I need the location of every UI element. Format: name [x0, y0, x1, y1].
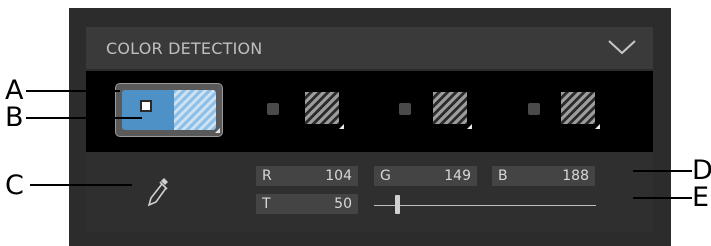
corner-indicator-icon	[467, 124, 472, 129]
tolerance-value: 50	[334, 196, 352, 212]
callout-e-line	[633, 197, 692, 199]
eyedropper-icon[interactable]	[146, 176, 170, 208]
swatch-select-checkbox[interactable]	[140, 100, 152, 112]
hatch-pattern-icon[interactable]	[561, 92, 595, 124]
panel-header[interactable]: COLOR DETECTION	[86, 27, 653, 69]
hatch-pattern-icon[interactable]	[433, 92, 467, 124]
callout-a: A	[5, 75, 24, 106]
green-field[interactable]: G 149	[374, 166, 477, 186]
hatch-pattern-icon[interactable]	[305, 92, 339, 124]
detection-controls: R 104 G 149 B 188 T 50	[86, 152, 653, 232]
blue-field[interactable]: B 188	[492, 166, 595, 186]
color-swatch-preview	[122, 90, 216, 130]
color-swatch-row	[86, 71, 653, 152]
blue-value: 188	[562, 168, 589, 184]
callout-c-line	[30, 184, 132, 186]
swatch-slot-3-checkbox[interactable]	[399, 103, 411, 115]
chevron-down-icon[interactable]	[607, 38, 637, 56]
swatch-slot-4-checkbox[interactable]	[528, 103, 540, 115]
tolerance-field[interactable]: T 50	[256, 194, 358, 214]
panel-title: COLOR DETECTION	[106, 39, 263, 58]
callout-d: D	[692, 155, 711, 186]
red-value: 104	[325, 168, 352, 184]
callout-b-line	[26, 117, 142, 119]
callout-d-line	[633, 170, 692, 172]
blue-label: B	[498, 168, 508, 184]
corner-indicator-icon	[595, 124, 600, 129]
callout-b: B	[5, 102, 24, 133]
green-value: 149	[444, 168, 471, 184]
tolerance-label: T	[262, 196, 271, 212]
corner-indicator-icon	[215, 128, 220, 133]
hatch-color-block	[174, 90, 216, 130]
active-color-swatch[interactable]	[115, 83, 223, 137]
red-field[interactable]: R 104	[256, 166, 358, 186]
tolerance-slider-thumb[interactable]	[395, 195, 400, 214]
tolerance-slider-track[interactable]	[374, 205, 596, 206]
green-label: G	[380, 168, 391, 184]
callout-e: E	[692, 182, 710, 213]
callout-c: C	[5, 170, 24, 201]
callout-a-line	[26, 90, 120, 92]
red-label: R	[262, 168, 272, 184]
corner-indicator-icon	[339, 124, 344, 129]
swatch-slot-2-checkbox[interactable]	[267, 103, 279, 115]
